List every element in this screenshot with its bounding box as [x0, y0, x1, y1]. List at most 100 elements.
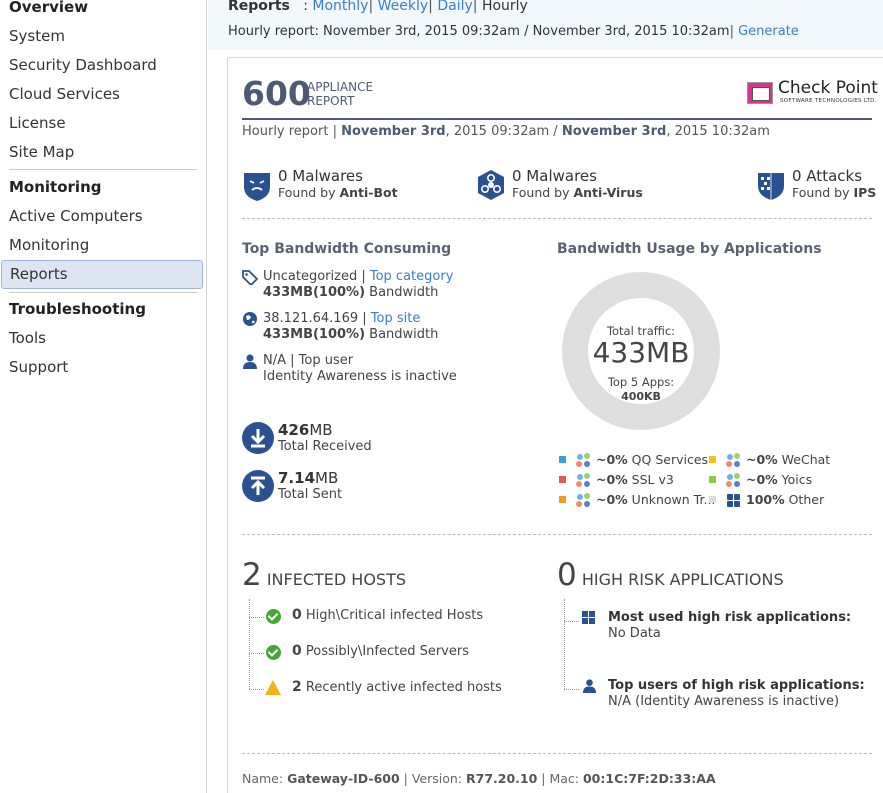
- infected-item: 0 Possibly\Infected Servers: [292, 643, 469, 659]
- category-bandwidth-value: 433MB(100%): [263, 285, 366, 300]
- generate-link[interactable]: Generate: [738, 24, 799, 39]
- legend-item: ~0% WeChat: [746, 452, 830, 467]
- high-risk-title: HIGH RISK APPLICATIONS: [581, 570, 784, 589]
- received-unit: MB: [309, 421, 333, 439]
- sidebar-heading-overview[interactable]: Overview: [0, 0, 203, 22]
- stat-anti-bot: 0 Malwares Found by Anti-Bot: [278, 167, 398, 200]
- monthly-link[interactable]: Monthly: [312, 0, 368, 14]
- ips-icon: [758, 173, 784, 200]
- footer-name-label: Name:: [242, 771, 288, 786]
- anti-virus-icon: [478, 170, 504, 200]
- stat-ips: 0 Attacks Found by IPS: [792, 167, 876, 200]
- infected-item-text: High\Critical infected Hosts: [305, 608, 484, 623]
- footer-version-label: | Version:: [399, 771, 466, 786]
- report-period: Hourly report | November 3rd, 2015 09:32…: [242, 124, 770, 139]
- gateway-version: R77.20.10: [466, 771, 538, 786]
- top-site-link[interactable]: Top site: [371, 311, 421, 326]
- sidebar-item-active-computers[interactable]: Active Computers: [0, 202, 203, 231]
- anti-bot-icon: [244, 173, 270, 201]
- separator: |: [472, 0, 478, 14]
- appliance-line1: APPLIANCE: [307, 80, 374, 94]
- title-colon: :: [303, 0, 308, 14]
- report-range-text: Hourly report: November 3rd, 2015 09:32a…: [228, 24, 730, 39]
- separator: |: [428, 0, 433, 14]
- sidebar-item-tools[interactable]: Tools: [0, 324, 203, 353]
- title-rule: [242, 118, 872, 120]
- gateway-footer: Name: Gateway-ID-600 | Version: R77.20.1…: [242, 771, 716, 786]
- weekly-link[interactable]: Weekly: [378, 0, 429, 14]
- stat-anti-virus: 0 Malwares Found by Anti-Virus: [512, 167, 643, 200]
- sidebar-item-cloud-services[interactable]: Cloud Services: [0, 80, 203, 109]
- high-risk-header: 0 HIGH RISK APPLICATIONS: [557, 557, 784, 593]
- stat-value: 0 Malwares: [278, 167, 363, 185]
- separator: |: [357, 269, 370, 284]
- user-icon: [243, 354, 257, 369]
- separator: |: [368, 0, 374, 14]
- app-icon: [576, 493, 591, 508]
- sidebar-item-license[interactable]: License: [0, 109, 203, 138]
- top-user-label: Top user: [298, 353, 354, 368]
- legend-item: ~0% Yoics: [746, 472, 812, 487]
- legend-app-name: Unknown Tr...: [627, 492, 716, 507]
- daily-link[interactable]: Daily: [437, 0, 472, 14]
- sidebar-item-support[interactable]: Support: [0, 353, 203, 382]
- infected-hosts-header: 2 INFECTED HOSTS: [242, 557, 406, 593]
- report-period-bar: Reports : Monthly| Weekly| Daily| Hourly…: [208, 0, 883, 50]
- infected-item-text: Recently active infected hosts: [305, 680, 502, 695]
- received-value: 426: [278, 421, 310, 439]
- separator: |: [729, 24, 734, 39]
- legend-percent: ~0%: [596, 472, 628, 487]
- legend-item: ~0% QQ Services: [596, 452, 708, 467]
- infected-item-count: 2: [292, 679, 302, 695]
- separator: |: [286, 353, 299, 368]
- tree-line: [564, 599, 565, 689]
- sidebar-item-reports[interactable]: Reports: [1, 260, 203, 289]
- legend-app-name: WeChat: [777, 452, 831, 467]
- period-end-date: November 3rd: [561, 124, 667, 139]
- infected-item-count: 0: [292, 607, 302, 623]
- legend-item: ~0% Unknown Tr...: [596, 492, 715, 507]
- legend-item: 100% Other: [746, 492, 824, 507]
- stat-found-prefix: Found by: [512, 185, 574, 200]
- apps-grid-icon: [726, 493, 741, 508]
- legend-percent: ~0%: [596, 452, 628, 467]
- period-start-time: , 2015 09:32am /: [445, 124, 562, 139]
- tree-branch: [249, 689, 264, 690]
- period-start-date: November 3rd: [341, 124, 446, 139]
- infected-item: 2 Recently active infected hosts: [292, 679, 502, 695]
- infected-title: INFECTED HOSTS: [266, 570, 406, 589]
- infected-item-text: Possibly\Infected Servers: [305, 644, 469, 659]
- user-icon: [582, 679, 597, 693]
- upload-icon: [242, 470, 274, 502]
- app-icon: [726, 453, 741, 468]
- sidebar-item-system[interactable]: System: [0, 22, 203, 51]
- top-risk-users: Top users of high risk applications: N/A…: [608, 678, 865, 709]
- tree-branch: [249, 653, 264, 654]
- top-category-link[interactable]: Top category: [370, 269, 454, 284]
- site-bandwidth-value: 433MB(100%): [263, 327, 366, 342]
- sent-value: 7.14: [278, 469, 316, 487]
- legend-app-name: QQ Services: [627, 452, 709, 467]
- sidebar-heading-monitoring[interactable]: Monitoring: [0, 173, 203, 202]
- legend-swatch: [559, 456, 566, 463]
- warning-icon: [265, 680, 281, 695]
- legend-item: ~0% SSL v3: [596, 472, 674, 487]
- category-bandwidth-unit: Bandwidth: [365, 285, 439, 300]
- page-title: Reports: [228, 0, 290, 14]
- appliance-report-label: APPLIANCE REPORT: [307, 80, 373, 108]
- tree-branch: [564, 621, 579, 622]
- download-icon: [242, 422, 274, 454]
- stat-source: IPS: [853, 185, 877, 200]
- sidebar-item-site-map[interactable]: Site Map: [0, 138, 203, 167]
- donut-center: Total traffic: 433MB Top 5 Apps: 400KB: [588, 298, 694, 404]
- report-range: Hourly report: November 3rd, 2015 09:32a…: [228, 24, 799, 39]
- sidebar-item-security-dashboard[interactable]: Security Dashboard: [0, 51, 203, 80]
- sidebar-item-monitoring[interactable]: Monitoring: [0, 231, 203, 260]
- gateway-mac: 00:1C:7F:2D:33:AA: [582, 771, 716, 786]
- sidebar-heading-troubleshooting[interactable]: Troubleshooting: [0, 295, 203, 324]
- stat-value: 0 Malwares: [512, 167, 597, 185]
- high-risk-count: 0: [557, 557, 577, 593]
- top-users-value: N/A (Identity Awareness is inactive): [608, 694, 840, 709]
- footer-mac-label: | Mac:: [537, 771, 583, 786]
- most-used-risk-apps: Most used high risk applications: No Dat…: [608, 610, 851, 641]
